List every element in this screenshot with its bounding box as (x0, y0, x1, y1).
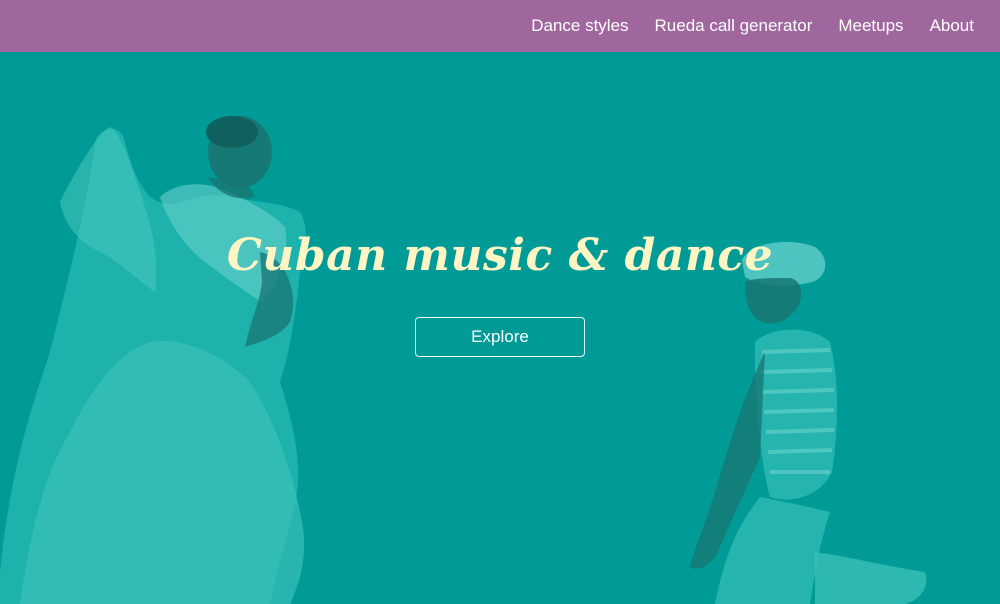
main-nav: Dance styles Rueda call generator Meetup… (531, 0, 974, 52)
hero-title: Cuban music & dance (226, 230, 774, 281)
nav-link-dance-styles[interactable]: Dance styles (531, 16, 628, 36)
nav-link-rueda-call-generator[interactable]: Rueda call generator (655, 16, 813, 36)
nav-link-meetups[interactable]: Meetups (838, 16, 903, 36)
top-navigation-bar: Dance styles Rueda call generator Meetup… (0, 0, 1000, 52)
hero-section: Cuban music & dance Explore (0, 52, 1000, 604)
nav-link-about[interactable]: About (930, 16, 974, 36)
explore-button[interactable]: Explore (415, 317, 585, 357)
